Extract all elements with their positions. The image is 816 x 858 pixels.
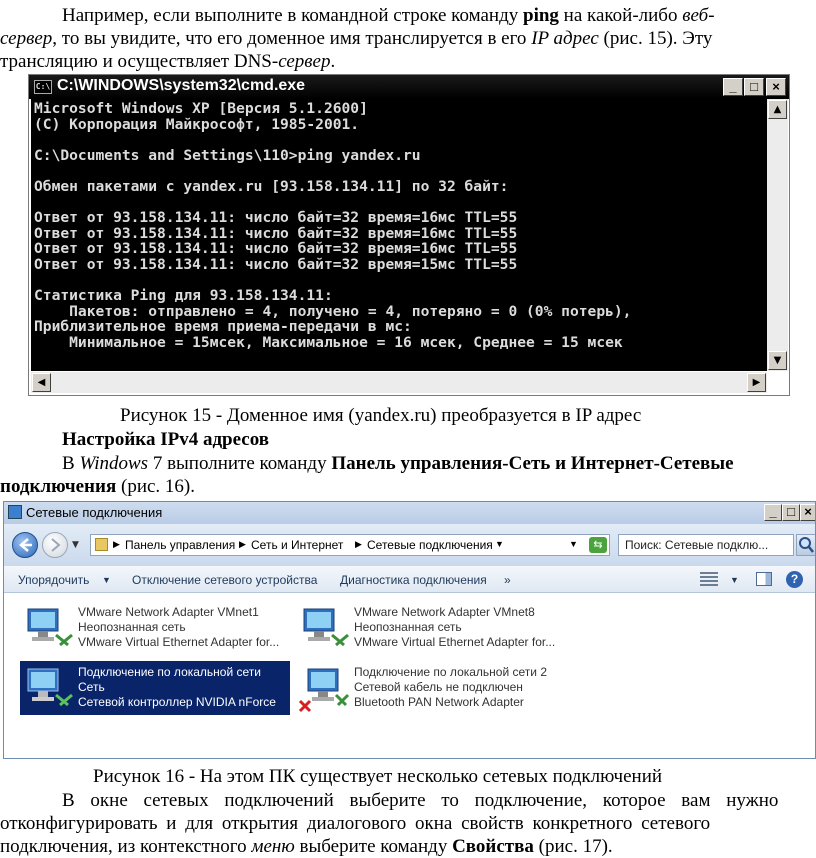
net-title: Сетевые подключения [26,505,163,520]
connection-device: Сетевой контроллер NVIDIA nForce [78,695,276,709]
console-line: Ответ от 93.158.134.11: число байт=32 вр… [34,255,518,273]
refresh-icon[interactable]: ⇆ [589,537,607,553]
breadcrumb-sep-icon[interactable]: ▶ [239,539,246,550]
search-placeholder: Поиск: Сетевые подклю... [625,538,769,552]
network-folder-icon [8,505,22,519]
connection-item-local-selected[interactable]: Подключение по локальной сети Сеть Сетевой… [20,661,290,715]
organize-dropdown-icon[interactable]: ▼ [102,575,111,585]
paragraph-properties: В окне сетевых подключений выберите то п… [62,790,779,811]
forward-arrow-icon [51,538,61,552]
network-adapter-icon [27,668,73,707]
address-bar-row: ▼ ▶ Панель управления ▶ Сеть и Интернет … [4,524,815,566]
breadcrumb-item-connections[interactable]: Сетевые подключения [367,538,493,552]
console-line: C:\Documents and Settings\110>ping yande… [34,146,421,164]
net-maximize-button[interactable]: □ [782,504,800,521]
scroll-left-icon[interactable]: ◀ [32,373,51,392]
network-adapter-icon [27,608,73,647]
breadcrumb-sep-icon[interactable]: ▼ [495,539,504,549]
net-minimize-button[interactable]: _ [764,504,782,521]
cmd-output: Microsoft Windows XP [Версия 5.1.2600] (С… [31,99,767,351]
address-dropdown-icon[interactable]: ▼ [569,539,578,549]
back-button[interactable] [12,532,38,558]
connection-device: Bluetooth PAN Network Adapter [354,695,524,709]
address-folder-icon [95,538,108,551]
paragraph-ping-line3: трансляцию и осуществляет DNS-сервер. [0,51,336,72]
forward-button[interactable] [42,532,68,558]
connection-device: VMware Virtual Ethernet Adapter for... [78,635,280,649]
console-line: Статистика Ping для 93.158.134.11: [34,287,333,305]
console-line: Минимальное = 15мсек, Максимальное = 16 … [34,333,623,351]
organize-button[interactable]: Упорядочить [18,573,89,587]
connection-status: Неопознанная сеть [354,620,462,634]
net-title-bar: Сетевые подключения _ □ × [4,502,815,524]
connection-name: Подключение по локальной сети [78,665,261,679]
connection-item-vmnet1[interactable]: VMware Network Adapter VMnet1 Неопознанна… [20,601,290,655]
search-input[interactable]: Поиск: Сетевые подклю... [618,534,794,556]
console-line: Ответ от 93.158.134.11: число байт=32 вр… [34,240,518,258]
figure-16-caption: Рисунок 16 - На этом ПК существует неско… [93,766,663,787]
cmd-title-bar: C:\ C:\WINDOWS\system32\cmd.exe _ □ × [29,75,789,99]
breadcrumb-sep-icon[interactable]: ▶ [355,539,362,550]
cmd-title: C:\WINDOWS\system32\cmd.exe [57,77,306,94]
connection-device: VMware Virtual Ethernet Adapter for... [354,635,556,649]
paragraph-windows7: В Windows 7 выполните команду Панель упр… [62,453,734,474]
preview-pane-icon[interactable] [756,572,772,586]
console-line: (С) Корпорация Майкрософт, 1985-2001. [34,115,360,133]
console-line: Ответ от 93.158.134.11: число байт=32 вр… [34,224,518,242]
vertical-scrollbar[interactable]: ▲ ▼ [767,99,788,371]
back-arrow-icon [19,538,32,552]
figure-15-caption: Рисунок 15 - Доменное имя (yandex.ru) пр… [120,405,642,426]
horizontal-scrollbar[interactable]: ◀ ▶ [31,372,767,393]
maximize-button[interactable]: □ [744,78,764,96]
connection-item-local-2[interactable]: Подключение по локальной сети 2 Сетевой к… [296,661,566,715]
help-icon[interactable]: ? [786,571,803,588]
breadcrumb-item-network[interactable]: Сеть и Интернет [251,538,343,552]
section-heading: Настройка IPv4 адресов [62,429,270,450]
disable-device-button[interactable]: Отключение сетевого устройства [132,573,317,587]
search-icon[interactable] [796,534,815,556]
console-line: Microsoft Windows XP [Версия 5.1.2600] [34,100,368,117]
net-close-button[interactable]: × [800,504,815,521]
breadcrumb-item-control-panel[interactable]: Панель управления [125,538,235,552]
cmd-window: C:\ C:\WINDOWS\system32\cmd.exe _ □ × Mi… [28,74,790,396]
network-adapter-disconnected-icon [298,668,350,713]
paragraph-ping-line2: сервер, то вы увидите, что его доменное … [0,28,713,49]
connection-item-vmnet8[interactable]: VMware Network Adapter VMnet8 Неопознанна… [296,601,566,655]
console-line: Обмен пакетами с yandex.ru [93.158.134.1… [34,177,509,195]
connection-status: Сеть [78,680,105,694]
views-dropdown-icon[interactable]: ▼ [730,575,739,585]
scroll-right-icon[interactable]: ▶ [747,373,766,392]
console-line: Пакетов: отправлено = 4, получено = 4, п… [34,302,632,320]
scroll-up-icon[interactable]: ▲ [768,100,787,119]
scroll-down-icon[interactable]: ▼ [768,351,787,370]
breadcrumb-sep-icon[interactable]: ▶ [113,539,120,550]
paragraph-properties-line3: подключения, из контекстного меню выбери… [0,836,613,857]
network-adapter-icon [303,608,349,647]
console-line: Ответ от 93.158.134.11: число байт=32 вр… [34,209,518,227]
connection-status: Неопознанная сеть [78,620,186,634]
connection-name: Подключение по локальной сети 2 [354,665,548,679]
views-icon[interactable] [700,572,718,586]
connection-name: VMware Network Adapter VMnet8 [354,605,535,619]
diagnose-button[interactable]: Диагностика подключения [340,573,487,587]
more-commands-button[interactable]: » [504,573,511,587]
console-line: Приблизительное время приема-передачи в … [34,318,412,336]
paragraph-properties-line2: отконфигурировать и для открытия диалого… [0,813,711,834]
address-bar[interactable]: ▶ Панель управления ▶ Сеть и Интернет ▶ … [90,534,610,556]
connection-name: VMware Network Adapter VMnet1 [78,605,259,619]
close-button[interactable]: × [766,78,786,96]
paragraph-ping: Например, если выполните в командной стр… [62,5,715,26]
cmd-icon: C:\ [34,80,52,94]
minimize-button[interactable]: _ [723,78,743,96]
command-toolbar: Упорядочить ▼ Отключение сетевого устрой… [4,566,815,593]
connection-status: Сетевой кабель не подключен [354,680,523,694]
recent-pages-icon[interactable]: ▼ [72,540,79,550]
paragraph-windows7-line2: подключения (рис. 16). [0,476,196,497]
cmd-console[interactable]: Microsoft Windows XP [Версия 5.1.2600] (С… [31,99,767,371]
network-connections-window: Сетевые подключения _ □ × ▼ ▶ Панель упр… [3,501,816,759]
